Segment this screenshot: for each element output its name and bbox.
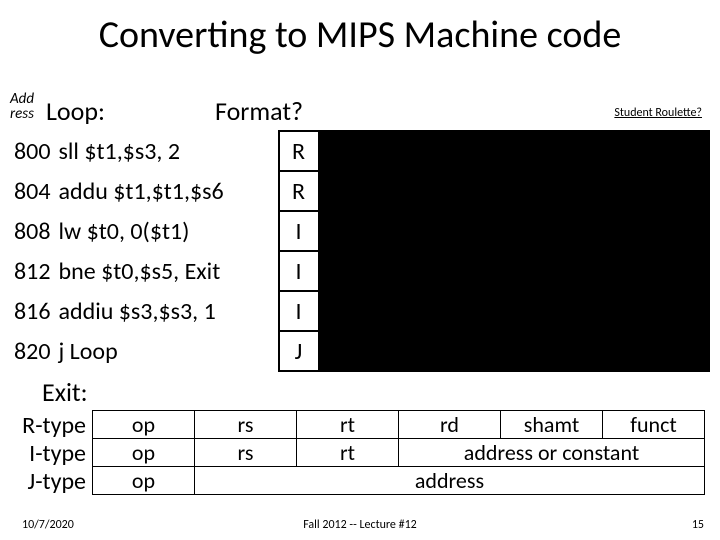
- cell-blank: [514, 171, 579, 211]
- field-op: op: [93, 411, 195, 439]
- table-row: 800 sll $t1,$s3, 2 R: [10, 131, 709, 171]
- cell-blank: [644, 211, 709, 251]
- cell-addr: 816: [10, 291, 55, 331]
- itype-label: I-type: [16, 440, 86, 468]
- cell-format: R: [279, 131, 319, 171]
- cell-blank: [384, 211, 449, 251]
- cell-blank: [449, 251, 514, 291]
- cell-instr: addiu $s3,$s3, 1: [55, 291, 279, 331]
- cell-blank: [644, 131, 709, 171]
- cell-blank: [579, 251, 644, 291]
- cell-blank: [514, 131, 579, 171]
- cell-blank: [384, 331, 449, 371]
- cell-addr: 804: [10, 171, 55, 211]
- address-label: Add ress: [10, 92, 48, 122]
- cell-blank: [644, 251, 709, 291]
- cell-format: R: [279, 171, 319, 211]
- field-addr-const: address or constant: [399, 439, 705, 467]
- cell-blank: [579, 331, 644, 371]
- field-rs: rs: [195, 411, 297, 439]
- cell-blank: [514, 331, 579, 371]
- cell-instr: j Loop: [55, 331, 279, 371]
- format-table: op rs rt rd shamt funct op rs rt address…: [92, 410, 705, 495]
- cell-format: J: [279, 331, 319, 371]
- field-op: op: [93, 467, 195, 495]
- table-row: 816 addiu $s3,$s3, 1 I: [10, 291, 709, 331]
- cell-instr: lw $t0, 0($t1): [55, 211, 279, 251]
- format-label: Format?: [215, 95, 303, 127]
- cell-blank: [319, 331, 384, 371]
- cell-blank: [449, 171, 514, 211]
- cell-instr: bne $t0,$s5, Exit: [55, 251, 279, 291]
- table-row: 804 addu $t1,$t1,$s6 R: [10, 171, 709, 211]
- cell-blank: [579, 211, 644, 251]
- cell-format: I: [279, 291, 319, 331]
- field-address: address: [195, 467, 705, 495]
- cell-blank: [579, 291, 644, 331]
- cell-blank: [449, 331, 514, 371]
- cell-blank: [319, 171, 384, 211]
- rtype-label: R-type: [16, 412, 86, 440]
- field-rt: rt: [297, 439, 399, 467]
- cell-blank: [449, 211, 514, 251]
- cell-addr: 808: [10, 211, 55, 251]
- cell-blank: [644, 331, 709, 371]
- loop-label: Loop:: [46, 95, 105, 127]
- field-funct: funct: [603, 411, 705, 439]
- cell-blank: [384, 251, 449, 291]
- cell-addr: 820: [10, 331, 55, 371]
- cell-blank: [514, 251, 579, 291]
- cell-addr: 800: [10, 131, 55, 171]
- slide-title: Converting to MIPS Machine code: [0, 12, 720, 58]
- field-rs: rs: [195, 439, 297, 467]
- field-rd: rd: [399, 411, 501, 439]
- itype-row: op rs rt address or constant: [93, 439, 705, 467]
- cell-instr: addu $t1,$t1,$s6: [55, 171, 279, 211]
- field-rt: rt: [297, 411, 399, 439]
- cell-blank: [644, 171, 709, 211]
- cell-blank: [449, 131, 514, 171]
- cell-blank: [319, 251, 384, 291]
- cell-blank: [644, 291, 709, 331]
- cell-blank: [579, 171, 644, 211]
- student-roulette-link[interactable]: Student Roulette?: [614, 106, 702, 120]
- jtype-label: J-type: [16, 468, 86, 496]
- cell-blank: [319, 211, 384, 251]
- type-labels: R-type I-type J-type: [16, 412, 86, 496]
- table-row: 812 bne $t0,$s5, Exit I: [10, 251, 709, 291]
- footer-lecture: Fall 2012 -- Lecture #12: [0, 518, 720, 532]
- cell-blank: [319, 131, 384, 171]
- jtype-row: op address: [93, 467, 705, 495]
- field-op: op: [93, 439, 195, 467]
- cell-blank: [514, 291, 579, 331]
- cell-blank: [579, 131, 644, 171]
- cell-blank: [319, 291, 384, 331]
- cell-blank: [514, 211, 579, 251]
- cell-format: I: [279, 211, 319, 251]
- rtype-row: op rs rt rd shamt funct: [93, 411, 705, 439]
- cell-addr: 812: [10, 251, 55, 291]
- table-row: 820 j Loop J: [10, 331, 709, 371]
- instruction-table: 800 sll $t1,$s3, 2 R 804 addu $t1,$t1,$s…: [10, 130, 710, 372]
- cell-blank: [384, 171, 449, 211]
- table-row: 808 lw $t0, 0($t1) I: [10, 211, 709, 251]
- footer-page: 15: [692, 518, 704, 532]
- cell-format: I: [279, 251, 319, 291]
- cell-blank: [384, 131, 449, 171]
- cell-blank: [384, 291, 449, 331]
- cell-blank: [449, 291, 514, 331]
- field-shamt: shamt: [501, 411, 603, 439]
- cell-instr: sll $t1,$s3, 2: [55, 131, 279, 171]
- exit-label: Exit:: [42, 376, 88, 408]
